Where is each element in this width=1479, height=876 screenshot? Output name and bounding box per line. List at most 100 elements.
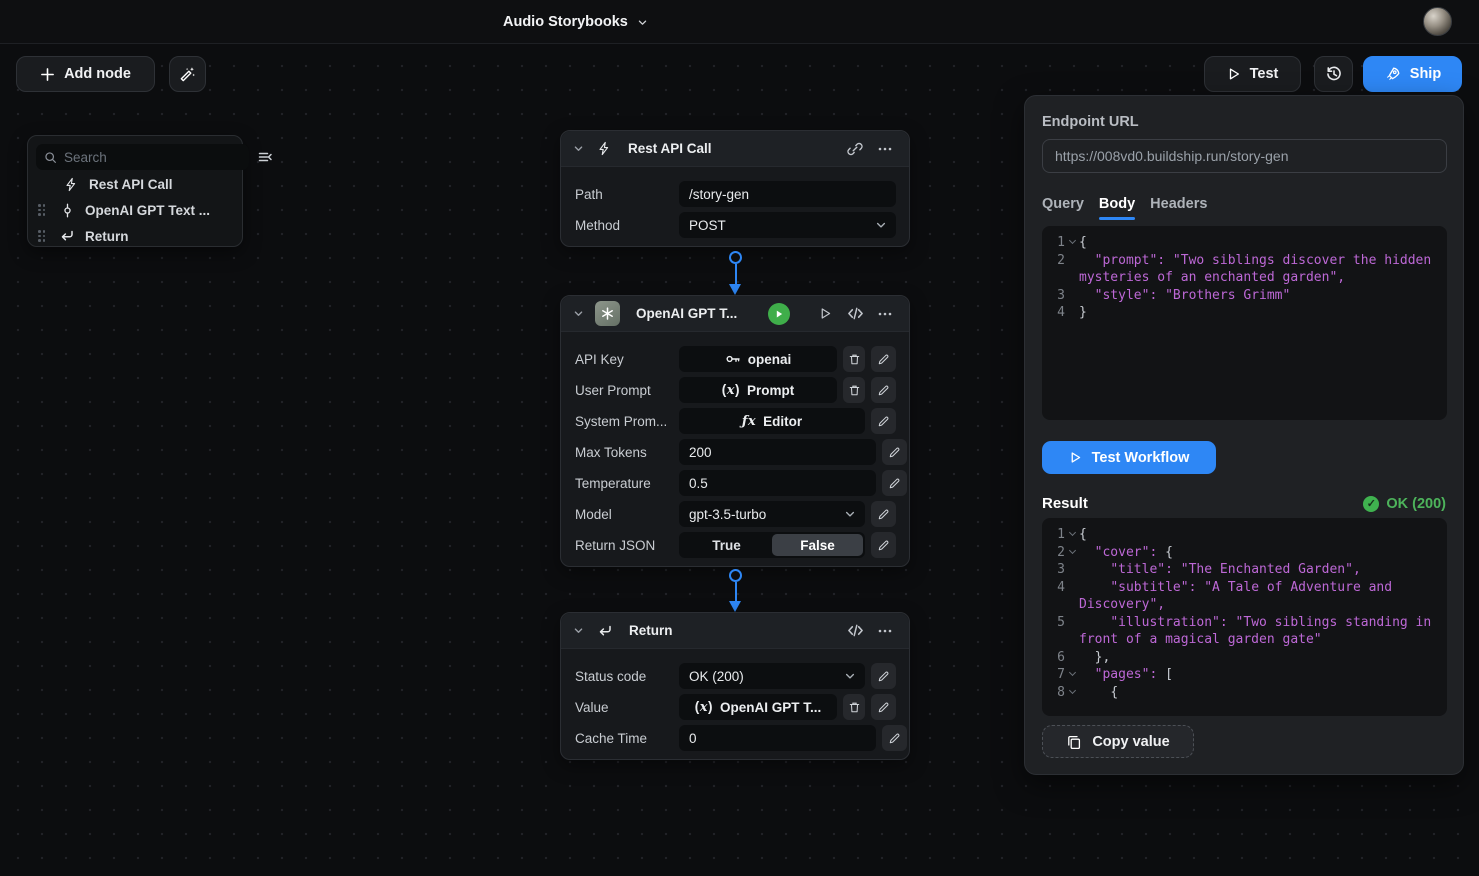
openai-logo-icon [595, 301, 620, 326]
search-input[interactable] [64, 150, 241, 165]
path-input[interactable] [679, 181, 896, 207]
collapse-caret-icon[interactable] [573, 143, 584, 154]
edit-value-button[interactable] [871, 346, 896, 372]
add-node-button[interactable]: Add node [16, 56, 155, 92]
edit-value-button[interactable] [871, 663, 896, 689]
result-json-viewer[interactable]: 1{2 "cover": {3 "title": "The Enchanted … [1042, 518, 1447, 716]
palette-item-return[interactable]: Return [36, 224, 234, 248]
edit-value-button[interactable] [882, 470, 907, 496]
model-label: Model [575, 507, 679, 522]
delete-value-button[interactable] [843, 694, 865, 720]
drag-handle[interactable] [38, 230, 52, 242]
pencil-icon [888, 732, 901, 745]
collapse-caret-icon[interactable] [573, 308, 584, 319]
more-options-icon[interactable] [874, 620, 896, 642]
search-box [36, 144, 249, 170]
edit-value-button[interactable] [871, 532, 896, 558]
magic-wand-icon [179, 66, 196, 83]
code-icon[interactable] [844, 303, 866, 325]
workflow-canvas[interactable]: Add node Test Ship [0, 44, 1479, 876]
cache-time-input[interactable] [679, 725, 876, 751]
palette-item-openai-gpt-text[interactable]: OpenAI GPT Text ... [36, 198, 234, 222]
node-title: OpenAI GPT T... [636, 306, 737, 321]
cache-time-label: Cache Time [575, 731, 679, 746]
edit-value-button[interactable] [871, 501, 896, 527]
request-tabs: Query Body Headers [1042, 196, 1446, 219]
connector-arrow-icon [729, 284, 741, 295]
temperature-label: Temperature [575, 476, 679, 491]
value-label: Value [575, 700, 679, 715]
return-json-label: Return JSON [575, 538, 679, 553]
delete-value-button[interactable] [843, 377, 865, 403]
palette-item-label: OpenAI GPT Text ... [85, 203, 210, 218]
ship-label: Ship [1410, 66, 1441, 82]
toggle-option-true[interactable]: True [681, 534, 772, 556]
copy-value-button[interactable]: Copy value [1042, 725, 1194, 758]
edit-value-button[interactable] [871, 408, 896, 434]
chevron-down-icon [875, 219, 887, 231]
status-code-label: Status code [575, 669, 679, 684]
node-header: Return [561, 613, 909, 649]
ship-button[interactable]: Ship [1363, 56, 1462, 92]
pencil-icon [877, 539, 890, 552]
return-json-toggle: True False [679, 532, 865, 558]
method-select[interactable]: POST [679, 212, 896, 238]
link-icon[interactable] [844, 138, 866, 160]
model-select[interactable]: gpt-3.5-turbo [679, 501, 865, 527]
trash-icon [848, 353, 861, 366]
toggle-option-false[interactable]: False [772, 534, 863, 556]
body-json-editor[interactable]: 1{2 "prompt": "Two siblings discover the… [1042, 226, 1447, 420]
collapse-caret-icon[interactable] [573, 625, 584, 636]
search-icon [44, 151, 57, 164]
api-key-label: API Key [575, 352, 679, 367]
more-options-icon[interactable] [874, 138, 896, 160]
delete-value-button[interactable] [843, 346, 865, 372]
value-pill[interactable]: (x) OpenAI GPT T... [679, 694, 837, 720]
rocket-icon [1384, 66, 1401, 83]
connector-line [735, 264, 737, 284]
trash-icon [848, 701, 861, 714]
result-status-text: OK (200) [1386, 496, 1446, 512]
max-tokens-input[interactable] [679, 439, 876, 465]
more-options-icon[interactable] [874, 303, 896, 325]
tab-query[interactable]: Query [1042, 196, 1084, 219]
method-value: POST [689, 218, 875, 233]
endpoint-url-input[interactable] [1042, 139, 1447, 173]
edit-value-button[interactable] [882, 439, 907, 465]
drag-handle[interactable] [38, 204, 52, 216]
history-button[interactable] [1314, 56, 1353, 92]
play-icon [1069, 451, 1082, 464]
workflow-title-dropdown[interactable]: Audio Storybooks [503, 0, 648, 44]
temperature-input[interactable] [679, 470, 876, 496]
connector-port[interactable] [729, 251, 742, 264]
collapse-panel-icon[interactable] [257, 147, 273, 167]
edit-value-button[interactable] [882, 725, 907, 751]
run-node-button[interactable] [768, 303, 790, 325]
code-icon[interactable] [844, 620, 866, 642]
fx-function-icon: ƒx [742, 413, 756, 429]
api-key-value: openai [748, 352, 792, 367]
api-key-pill[interactable]: openai [679, 346, 837, 372]
palette-item-rest-api-call[interactable]: Rest API Call [36, 172, 234, 196]
test-label: Test [1250, 66, 1279, 82]
user-prompt-pill[interactable]: (x) Prompt [679, 377, 837, 403]
node-openai-gpt-text: OpenAI GPT T... API Key [560, 295, 910, 567]
test-button[interactable]: Test [1204, 56, 1301, 92]
node-title: Rest API Call [628, 141, 712, 156]
workflow-title: Audio Storybooks [503, 14, 628, 30]
tab-headers[interactable]: Headers [1150, 196, 1207, 219]
avatar[interactable] [1423, 7, 1452, 36]
system-prompt-pill[interactable]: ƒx Editor [679, 408, 865, 434]
tab-body[interactable]: Body [1099, 196, 1135, 219]
node-palette: Rest API Call OpenAI GPT Text ... Return [27, 135, 243, 247]
pencil-icon [877, 384, 890, 397]
status-code-select[interactable]: OK (200) [679, 663, 865, 689]
return-icon [58, 228, 76, 244]
chevron-down-icon [637, 17, 648, 28]
play-icon[interactable] [814, 303, 836, 325]
test-workflow-button[interactable]: Test Workflow [1042, 441, 1216, 474]
connector-port[interactable] [729, 569, 742, 582]
edit-value-button[interactable] [871, 694, 896, 720]
ai-wand-button[interactable] [169, 56, 206, 92]
edit-value-button[interactable] [871, 377, 896, 403]
